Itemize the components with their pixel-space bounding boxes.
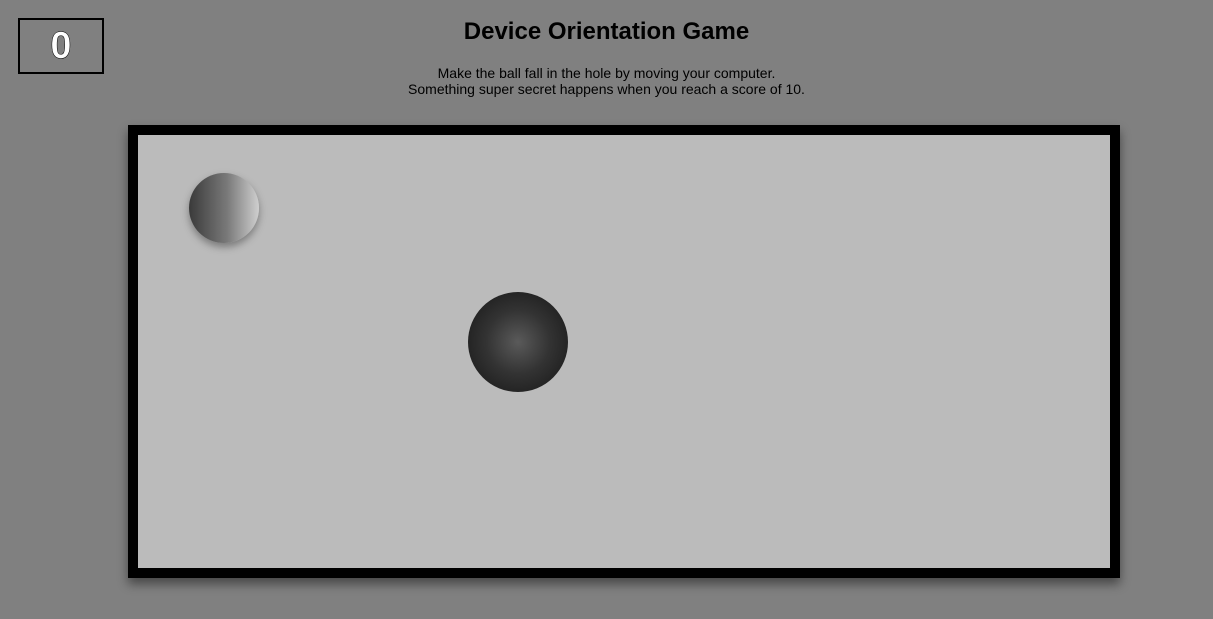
hole: [468, 292, 568, 392]
game-board[interactable]: [128, 125, 1120, 578]
instruction-line-2: Something super secret happens when you …: [408, 81, 805, 97]
page-title: Device Orientation Game: [463, 18, 750, 45]
instruction-line-1: Make the ball fall in the hole by moving…: [437, 65, 776, 81]
ball: [189, 173, 259, 243]
instructions: Make the ball fall in the hole by moving…: [0, 65, 1213, 97]
